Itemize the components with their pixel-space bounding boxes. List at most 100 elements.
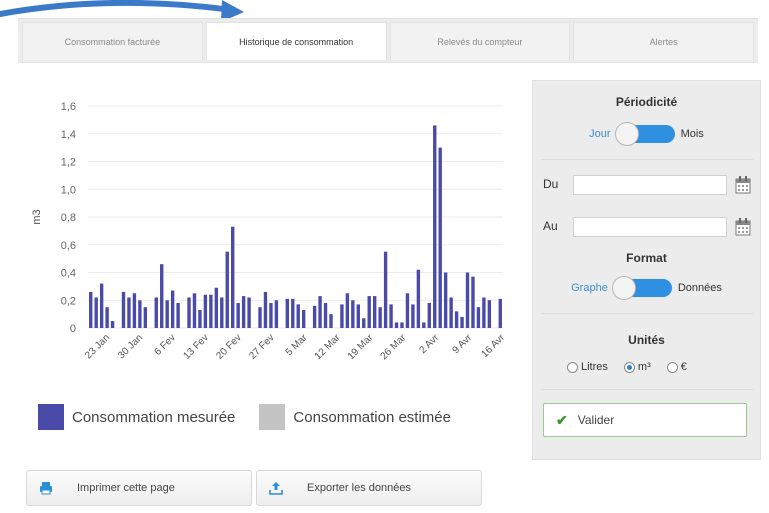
bar-measured [236, 303, 240, 328]
bar-measured [285, 298, 290, 328]
tab-bar: Consommation facturée Historique de cons… [18, 18, 758, 62]
y-tick-label: 1,4 [61, 129, 76, 141]
units-radio-group: Litres m³ € [567, 361, 703, 373]
legend-item-estimated: Consommation estimée [259, 404, 451, 430]
validate-button[interactable]: ✔ Valider [543, 403, 747, 437]
legend-label-estimated: Consommation estimée [293, 408, 451, 426]
bar-measured [274, 300, 279, 328]
periodicity-month-label[interactable]: Mois [681, 128, 704, 140]
format-data-label[interactable]: Données [678, 282, 722, 294]
calendar-icon[interactable] [735, 176, 751, 194]
bar-measured [176, 303, 180, 328]
unit-radio-litres[interactable]: Litres [567, 361, 608, 373]
from-label: Du [543, 177, 559, 191]
bar-measured [460, 316, 464, 328]
units-title: Unités [628, 333, 665, 347]
format-toggle[interactable] [611, 276, 672, 300]
chart-legend: Consommation mesurée Consommation estimé… [38, 404, 475, 430]
from-date-input[interactable] [573, 175, 727, 195]
bar-measured [422, 322, 426, 328]
bar-measured [427, 303, 431, 328]
y-tick-label: 0,6 [61, 240, 76, 252]
bar-measured [351, 300, 355, 328]
x-tick-label: 9 Avr [450, 332, 474, 356]
periodicity-day-label[interactable]: Jour [589, 128, 610, 140]
toggle-knob [611, 276, 636, 300]
bar-measured [362, 318, 366, 328]
bar-measured [389, 304, 393, 328]
legend-item-measured: Consommation mesurée [38, 404, 235, 430]
tab-billed-consumption[interactable]: Consommation facturée [22, 22, 203, 60]
unit-radio-euro[interactable]: € [666, 361, 687, 373]
y-tick-label: 1,6 [61, 101, 76, 113]
y-tick-label: 0,8 [61, 212, 76, 224]
bar-measured [121, 291, 126, 328]
bar-measured [323, 303, 328, 328]
export-button[interactable]: Exporter les données [256, 470, 482, 506]
validate-button-label: Valider [577, 413, 615, 427]
panel-divider [541, 389, 753, 390]
format-title: Format [626, 251, 667, 265]
bar-measured [345, 293, 350, 328]
bar-measured [110, 321, 115, 328]
x-tick-label: 13 Fev [181, 332, 210, 361]
bar-measured [487, 300, 492, 328]
y-axis-label: m3 [31, 209, 43, 224]
to-date-input[interactable] [573, 217, 727, 237]
bar-measured [312, 305, 317, 328]
bar-measured [225, 251, 229, 328]
bar-measured [170, 290, 175, 328]
x-tick-label: 27 Fev [247, 332, 276, 361]
bar-measured [187, 297, 191, 328]
bar-measured [498, 298, 502, 328]
bar-measured [443, 272, 448, 328]
y-tick-label: 0,4 [61, 268, 76, 280]
unit-radio-m3[interactable]: m³ [623, 361, 651, 373]
bar-measured [99, 283, 104, 328]
x-tick-label: 26 Mar [379, 332, 409, 362]
panel-divider [541, 313, 753, 314]
bar-measured [465, 272, 470, 328]
radio-circle [666, 361, 678, 373]
bar-measured [291, 298, 295, 328]
x-tick-label: 2 Avr [418, 332, 442, 356]
periodicity-toggle-row: Jour Mois [533, 122, 760, 146]
unit-label-euro: € [680, 361, 687, 373]
bar-measured [400, 322, 404, 328]
x-tick-label: 5 Mar [284, 332, 310, 358]
tab-alerts[interactable]: Alertes [573, 22, 754, 60]
chart-svg: 0 0,2 0,4 0,6 0,8 1,0 1,2 1,4 1,6 m3 23 Jan 30 Jan 6… [31, 101, 508, 362]
bar-measured [471, 276, 475, 328]
calendar-icon[interactable] [735, 218, 751, 236]
bar-measured [192, 293, 197, 328]
bar-measured [340, 304, 344, 328]
tab-consumption-history[interactable]: Historique de consommation [205, 22, 387, 60]
bar-measured [476, 307, 481, 328]
bar-measured [367, 296, 371, 328]
tab-meter-readings[interactable]: Relevés du compteur [389, 22, 571, 60]
bar-measured [203, 294, 208, 328]
bar-measured [378, 307, 382, 328]
panel-divider [541, 159, 753, 160]
y-tick-label: 0 [70, 323, 76, 335]
x-tick-label: 20 Fev [214, 332, 243, 361]
legend-swatch-measured [38, 404, 64, 430]
bar-measured [209, 294, 213, 328]
bar-measured [132, 293, 137, 328]
bar-measured [296, 304, 300, 328]
print-button[interactable]: Imprimer cette page [26, 470, 252, 506]
bar-measured [449, 297, 453, 328]
bar-measured [143, 307, 148, 328]
settings-panel: Périodicité Jour Mois Du Au Format Graph… [532, 80, 761, 460]
format-toggle-row: Graphe Données [533, 276, 760, 300]
tab-divider [18, 62, 758, 63]
periodicity-toggle[interactable] [614, 122, 675, 146]
x-tick-label: 12 Mar [313, 332, 343, 362]
printer-icon [39, 481, 53, 495]
upload-icon [269, 481, 283, 495]
bar-measured [263, 291, 268, 328]
bar-measured [241, 296, 246, 328]
export-button-label: Exporter les données [307, 482, 411, 494]
radio-circle [567, 361, 578, 373]
format-graph-label[interactable]: Graphe [571, 282, 608, 294]
